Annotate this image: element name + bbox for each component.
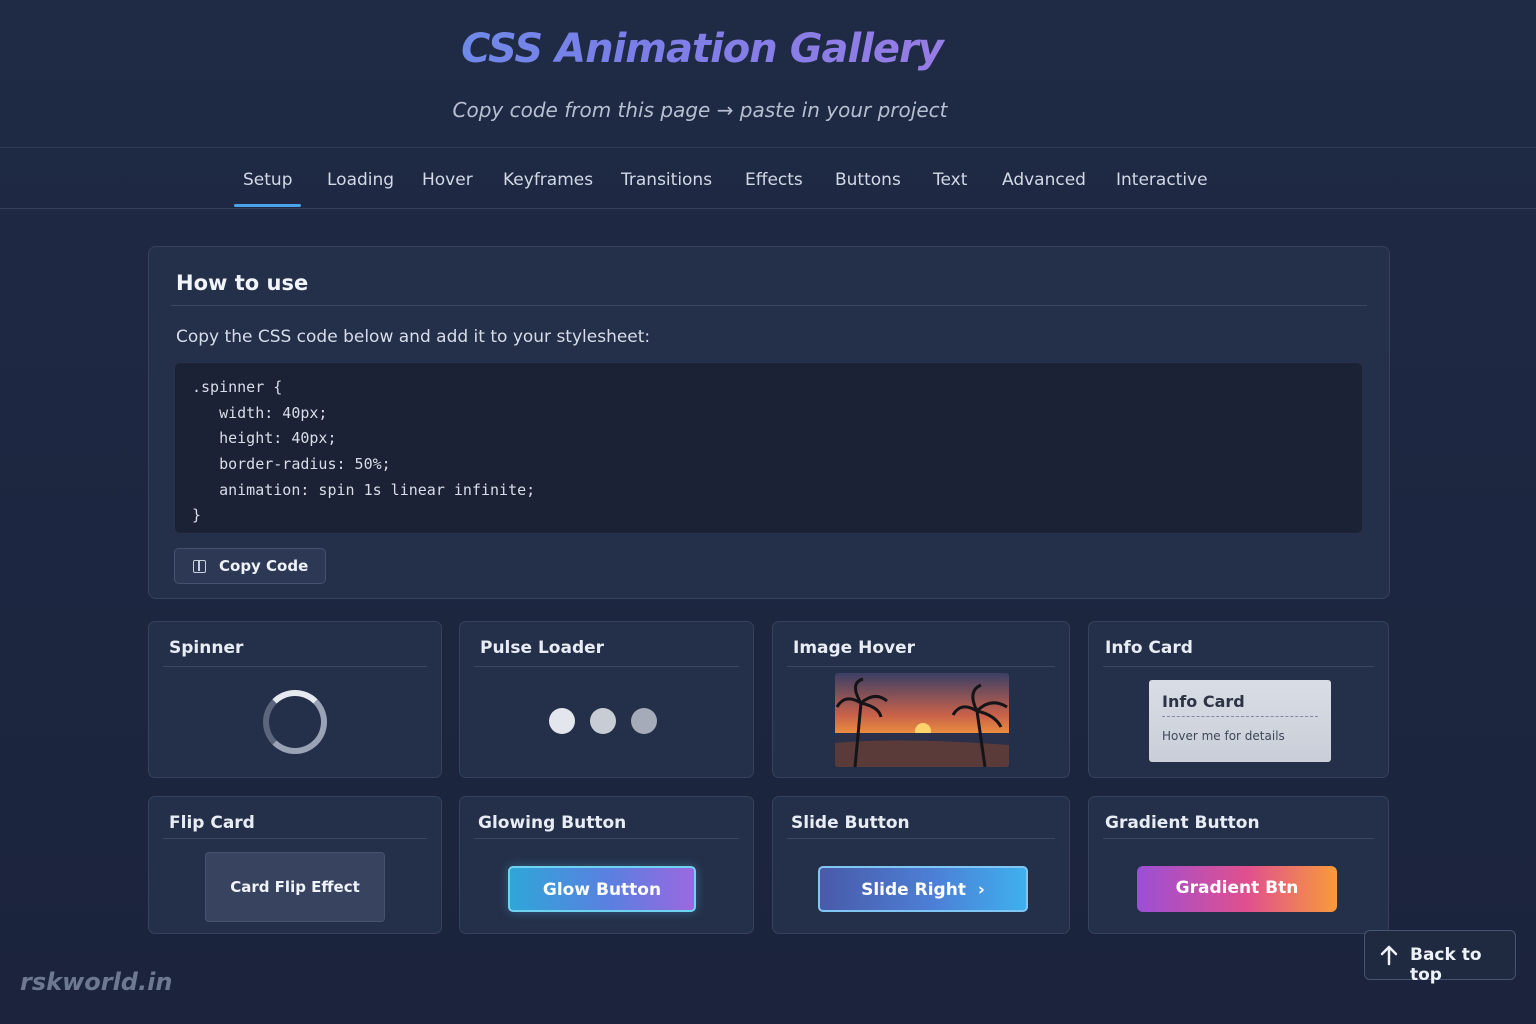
tab-effects[interactable]: Effects [745,170,803,190]
code-line: width: 40px; [192,404,328,422]
spinner-icon [263,690,327,754]
how-to-use-panel: How to use Copy the CSS code below and a… [148,246,1390,599]
flip-card: Flip Card Card Flip Effect [148,796,442,934]
panel-title: How to use [176,271,309,295]
slide-button-card: Slide Button Slide Right › [772,796,1070,934]
tab-bar: Setup Loading Hover Keyframes Transition… [0,147,1536,209]
info-card-demo-title: Info Card [1162,692,1245,711]
spinner-card: Spinner [148,621,442,778]
slide-right-label: Slide Right [861,880,966,900]
back-to-top-button[interactable]: Back to top [1364,930,1516,985]
pulse-dot [590,708,616,734]
tab-text[interactable]: Text [933,170,967,190]
divider [787,666,1055,667]
code-line: height: 40px; [192,429,337,447]
slide-right-button[interactable]: Slide Right › [818,866,1028,912]
card-title: Slide Button [791,813,910,833]
copy-code-button[interactable]: Copy Code [174,548,326,584]
flip-card-demo[interactable]: Card Flip Effect [205,852,385,922]
tab-advanced[interactable]: Advanced [1002,170,1086,190]
back-to-top-label: Back to top [1410,945,1482,985]
divider [163,838,427,839]
card-title: Spinner [169,638,244,658]
tab-interactive[interactable]: Interactive [1116,170,1208,190]
tab-hover[interactable]: Hover [422,170,473,190]
pulse-loader-card: Pulse Loader [459,621,754,778]
divider [1103,838,1374,839]
tab-transitions[interactable]: Transitions [621,170,712,190]
gradient-button[interactable]: Gradient Btn [1137,866,1337,912]
card-title: Gradient Button [1105,813,1260,833]
image-hover-card: Image Hover [772,621,1070,778]
gradient-button-card: Gradient Button Gradient Btn [1088,796,1389,934]
card-title: Info Card [1105,638,1193,658]
divider [163,666,427,667]
glowing-button-card: Glowing Button Glow Button [459,796,754,934]
tab-keyframes[interactable]: Keyframes [503,170,593,190]
pulse-dot [549,708,575,734]
code-line: border-radius: 50%; [192,455,391,473]
glow-button[interactable]: Glow Button [508,866,696,912]
tab-buttons[interactable]: Buttons [835,170,901,190]
divider [474,838,739,839]
code-line: animation: spin 1s linear infinite; [192,481,536,499]
card-title: Pulse Loader [480,638,605,658]
tab-setup[interactable]: Setup [233,170,303,207]
card-title: Flip Card [169,813,255,833]
chevron-right-icon: › [977,880,985,900]
page-subtitle: Copy code from this page → paste in your… [452,98,948,122]
card-title: Image Hover [793,638,916,658]
divider [171,305,1367,306]
code-line: } [192,506,202,524]
arrow-up-icon [1380,945,1398,966]
divider [1103,666,1374,667]
page-header: CSS Animation Gallery Copy code from thi… [0,0,1536,146]
copy-icon [193,560,206,573]
info-card: Info Card Info Card Hover me for details [1088,621,1389,778]
info-card-demo[interactable]: Info Card Hover me for details [1149,680,1331,762]
tab-loading[interactable]: Loading [327,170,394,190]
sunset-beach-illustration [835,673,1009,767]
code-line: .spinner { [192,378,283,396]
code-block[interactable]: .spinner { width: 40px; height: 40px; bo… [174,362,1363,534]
watermark-logo: rskworld.in [20,968,173,996]
sunset-beach-image[interactable] [835,673,1009,767]
panel-description: Copy the CSS code below and add it to yo… [176,327,651,347]
divider [474,666,739,667]
copy-code-label: Copy Code [219,557,309,575]
pulse-dot [631,708,657,734]
divider [787,838,1055,839]
divider [1162,716,1318,717]
info-card-demo-text: Hover me for details [1162,729,1285,743]
card-title: Glowing Button [478,813,627,833]
page-title: CSS Animation Gallery [0,26,1404,72]
